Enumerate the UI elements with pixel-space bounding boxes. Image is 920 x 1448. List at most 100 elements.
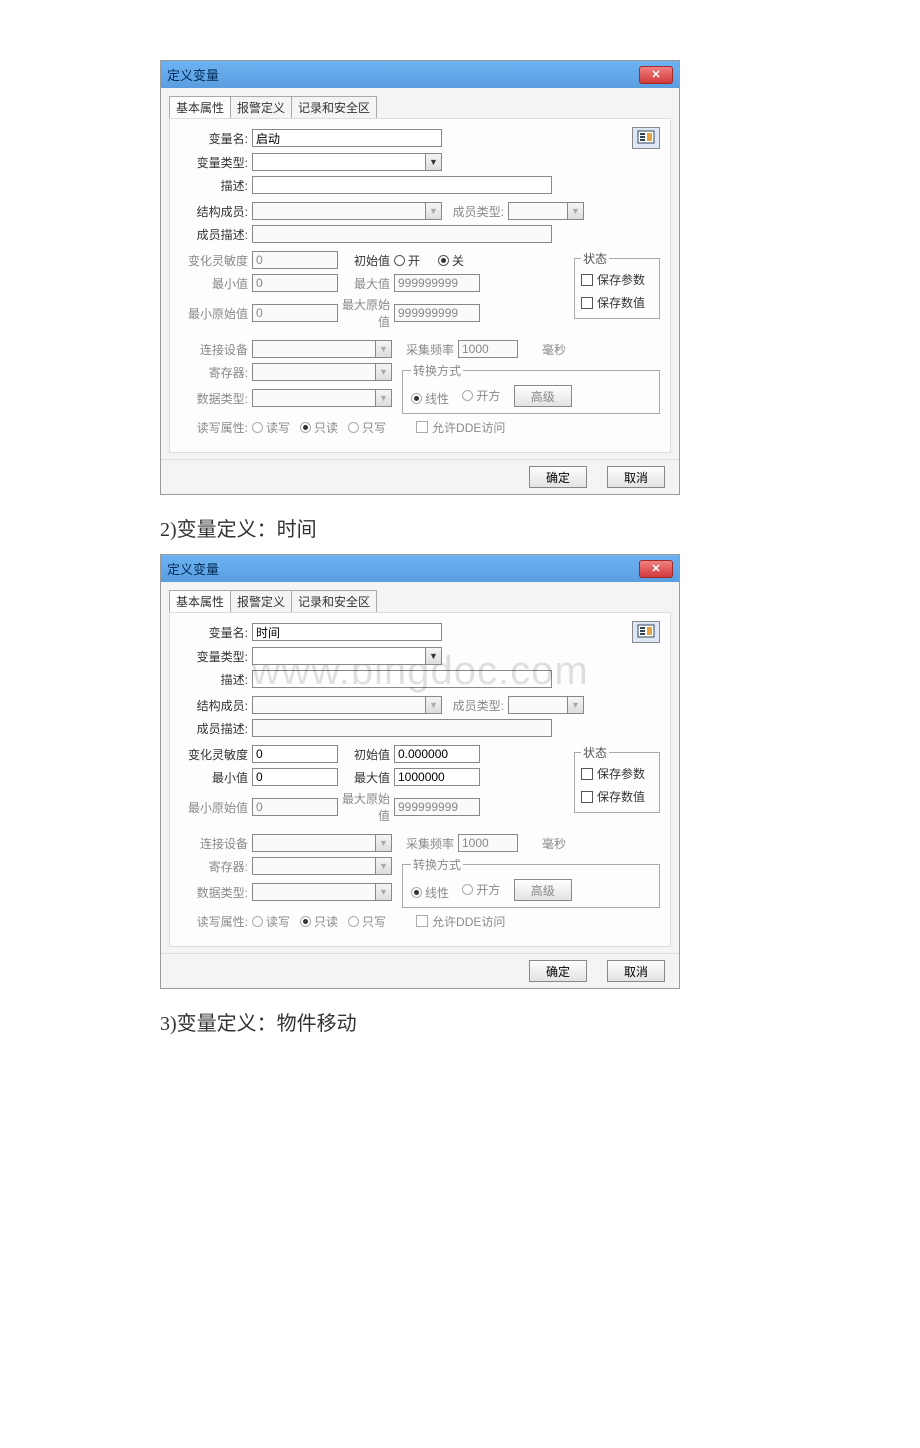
chevron-down-icon[interactable]: ▼ [425,648,441,664]
tab-basic[interactable]: 基本属性 [169,96,231,118]
label-min: 最小值 [180,275,252,292]
label-var-name: 变量名: [180,130,252,147]
datatype-dropdown: ▼ [252,389,392,407]
device-dropdown: ▼ [252,340,392,358]
var-type-value[interactable] [252,153,442,171]
radio-init-open[interactable]: 开 [394,252,420,269]
radio-wo: 只写 [348,913,386,930]
register-dropdown: ▼ [252,363,392,381]
dialog-title: 定义变量 [167,65,219,84]
label-init-val: 初始值 [338,746,394,763]
ok-button[interactable]: 确定 [529,466,587,488]
struct-member-dropdown: ▼ [252,202,442,220]
dialog-title: 定义变量 [167,559,219,578]
register-dropdown: ▼ [252,857,392,875]
member-desc-input [252,719,552,737]
label-max: 最大值 [338,769,394,786]
tab-log-security[interactable]: 记录和安全区 [291,590,377,612]
label-member-type: 成员类型: [442,697,508,714]
tab-alarm[interactable]: 报警定义 [230,96,292,118]
var-type-value[interactable] [252,647,442,665]
list-icon [637,624,655,641]
label-desc: 描述: [180,671,252,688]
chevron-down-icon: ▼ [375,390,391,406]
chevron-down-icon[interactable]: ▼ [425,154,441,170]
radio-rw: 读写 [252,913,290,930]
conv-mode-group: 转换方式 线性 开方 高级 [402,856,660,908]
tab-log-security[interactable]: 记录和安全区 [291,96,377,118]
label-sample-rate: 采集频率 [392,341,458,358]
chk-save-value[interactable]: 保存数值 [581,294,645,311]
browse-button[interactable] [632,621,660,643]
close-button[interactable]: ✕ [639,66,673,84]
min-input[interactable] [252,768,338,786]
label-var-type: 变量类型: [180,648,252,665]
advanced-button: 高级 [514,385,572,407]
radio-linear: 线性 [411,884,449,901]
label-min: 最小值 [180,769,252,786]
tab-basic[interactable]: 基本属性 [169,590,231,612]
max-input[interactable] [394,768,480,786]
chevron-down-icon: ▼ [567,697,583,713]
sensitivity-input[interactable] [252,745,338,763]
label-rw-attr: 读写属性: [180,913,252,930]
label-sensitivity: 变化灵敏度 [180,252,252,269]
list-icon [637,130,655,147]
label-min-raw: 最小原始值 [180,799,252,816]
radio-sqrt: 开方 [462,881,500,898]
tabs: 基本属性 报警定义 记录和安全区 [161,88,679,118]
label-var-type: 变量类型: [180,154,252,171]
label-datatype: 数据类型: [180,884,252,901]
max-raw-input [394,798,480,816]
var-name-input[interactable] [252,623,442,641]
init-value-input[interactable] [394,745,480,763]
cancel-button[interactable]: 取消 [607,466,665,488]
chevron-down-icon: ▼ [567,203,583,219]
chevron-down-icon: ▼ [375,884,391,900]
state-legend: 状态 [581,744,609,761]
desc-input[interactable] [252,670,552,688]
min-raw-input [252,304,338,322]
label-datatype: 数据类型: [180,390,252,407]
member-desc-input [252,225,552,243]
max-raw-input [394,304,480,322]
basic-panel: 变量名: 变量类型: ▼ 描述: 结构成员: ▼ [169,612,671,947]
chk-save-param[interactable]: 保存参数 [581,271,645,288]
label-member-desc: 成员描述: [180,226,252,243]
label-device: 连接设备 [180,835,252,852]
datatype-input [252,389,392,407]
label-register: 寄存器: [180,364,252,381]
dialog-footer: 确定 取消 [161,459,679,494]
register-input [252,857,392,875]
tab-alarm[interactable]: 报警定义 [230,590,292,612]
conv-mode-legend: 转换方式 [411,362,463,379]
desc-input[interactable] [252,176,552,194]
label-rw-attr: 读写属性: [180,419,252,436]
basic-panel: 变量名: 变量类型: ▼ 描述: 结构成员: [169,118,671,453]
datatype-dropdown: ▼ [252,883,392,901]
label-ms: 毫秒 [542,835,566,852]
var-name-input[interactable] [252,129,442,147]
radio-rw: 读写 [252,419,290,436]
cancel-button[interactable]: 取消 [607,960,665,982]
register-input [252,363,392,381]
state-legend: 状态 [581,250,609,267]
close-icon: ✕ [651,68,660,81]
label-desc: 描述: [180,177,252,194]
label-register: 寄存器: [180,858,252,875]
struct-member-input [252,202,442,220]
close-button[interactable]: ✕ [639,560,673,578]
sample-rate-input [458,340,518,358]
ok-button[interactable]: 确定 [529,960,587,982]
browse-button[interactable] [632,127,660,149]
max-input [394,274,480,292]
chk-save-value[interactable]: 保存数值 [581,788,645,805]
chk-save-param[interactable]: 保存参数 [581,765,645,782]
var-type-dropdown[interactable]: ▼ [252,153,442,171]
var-type-dropdown[interactable]: ▼ [252,647,442,665]
radio-linear: 线性 [411,390,449,407]
radio-init-close[interactable]: 关 [438,252,464,269]
device-dropdown: ▼ [252,834,392,852]
tabs: 基本属性 报警定义 记录和安全区 [161,582,679,612]
radio-ro: 只读 [300,913,338,930]
